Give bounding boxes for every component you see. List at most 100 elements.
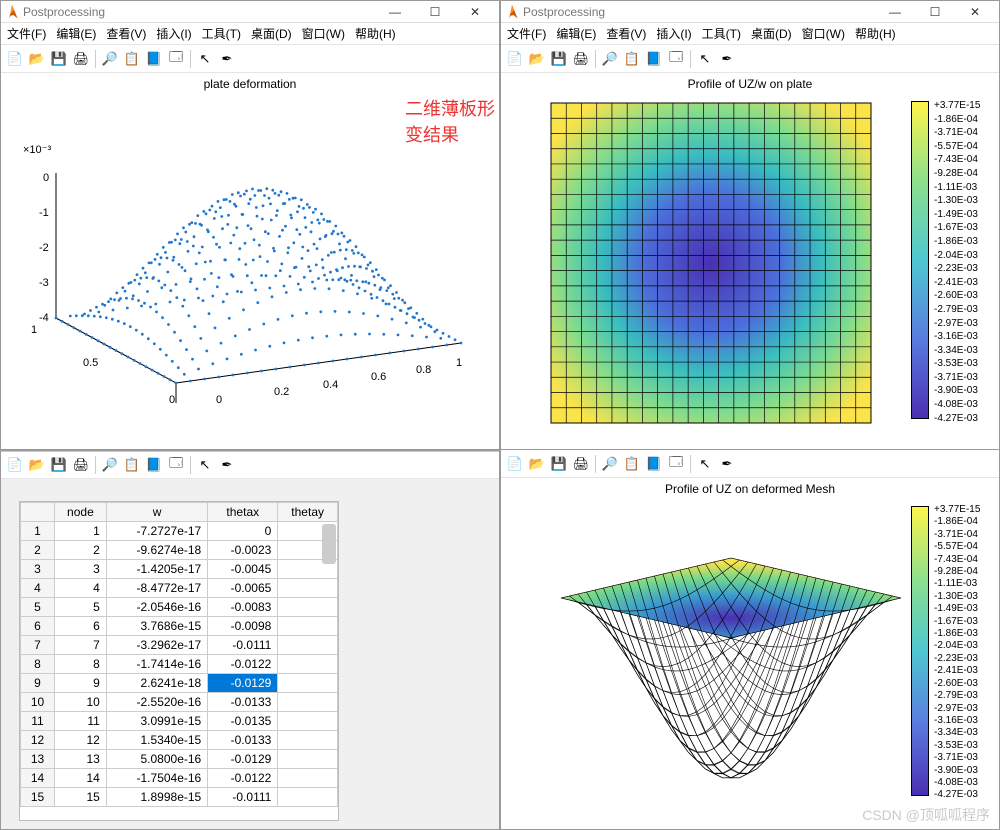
max-button[interactable]: ☐ (915, 1, 955, 23)
open-icon[interactable]: 📂 (527, 49, 547, 69)
layout2-icon[interactable]: 📘 (644, 454, 664, 474)
menu-file[interactable]: 文件(F) (7, 25, 46, 42)
menu-view[interactable]: 查看(V) (606, 25, 646, 42)
menu-view[interactable]: 查看(V) (106, 25, 146, 42)
menu-help[interactable]: 帮助(H) (355, 25, 396, 42)
layout2-icon[interactable]: 📘 (644, 49, 664, 69)
new-icon[interactable]: 📄 (5, 49, 25, 69)
new-icon[interactable]: 📄 (505, 49, 525, 69)
col-header[interactable]: node (55, 503, 107, 522)
print-icon[interactable]: 🖨 (571, 49, 591, 69)
table-row[interactable]: 992.6241e-18-0.0129 (21, 674, 338, 693)
menu-tools[interactable]: 工具(T) (202, 25, 241, 42)
window-title: Postprocessing (23, 5, 105, 19)
table-row[interactable]: 55-2.0546e-16-0.0083 (21, 598, 338, 617)
layout3-icon[interactable]: 🗔 (166, 455, 186, 475)
max-button[interactable]: ☐ (415, 1, 455, 23)
window-left: Postprocessing — ☐ ✕ 文件(F) 编辑(E) 查看(V) 插… (0, 0, 500, 450)
edit-icon[interactable]: ✒ (217, 49, 237, 69)
data-table[interactable]: nodewthetaxthetay11-7.2727e-17022-9.6274… (19, 501, 339, 821)
svg-text:0.6: 0.6 (371, 371, 386, 383)
col-header[interactable]: w (106, 503, 207, 522)
edit-icon[interactable]: ✒ (717, 454, 737, 474)
pointer-icon[interactable]: ↖ (195, 455, 215, 475)
table-row[interactable]: 1010-2.5520e-16-0.0133 (21, 693, 338, 712)
save-icon[interactable]: 💾 (549, 454, 569, 474)
layout1-icon[interactable]: 📋 (622, 49, 642, 69)
menu-window[interactable]: 窗口(W) (802, 25, 845, 42)
menu-insert[interactable]: 插入(I) (656, 25, 691, 42)
layout3-icon[interactable]: 🗔 (666, 49, 686, 69)
menu-help[interactable]: 帮助(H) (855, 25, 896, 42)
window-table: 📄 📂 💾 🖨 🔎 📋 📘 🗔 ↖ ✒ nodewthetaxthetay11-… (0, 450, 500, 830)
min-button[interactable]: — (875, 1, 915, 23)
menu-desktop[interactable]: 桌面(D) (751, 25, 792, 42)
save-icon[interactable]: 💾 (549, 49, 569, 69)
table-row[interactable]: 1414-1.7504e-16-0.0122 (21, 769, 338, 788)
close-button[interactable]: ✕ (955, 1, 995, 23)
colorbar: +3.77E-15-1.86E-04-3.71E-04-5.57E-04-7.4… (911, 101, 929, 419)
open-icon[interactable]: 📂 (527, 454, 547, 474)
plot-surface[interactable]: Profile of UZ on deformed Mesh +3.77E-15… (501, 478, 999, 829)
table-row[interactable]: 44-8.4772e-17-0.0065 (21, 579, 338, 598)
print-icon[interactable]: 🖨 (571, 454, 591, 474)
layout3-icon[interactable]: 🗔 (166, 49, 186, 69)
open-icon[interactable]: 📂 (27, 455, 47, 475)
titlebar-left[interactable]: Postprocessing — ☐ ✕ (1, 1, 499, 23)
min-button[interactable]: — (375, 1, 415, 23)
menu-window[interactable]: 窗口(W) (302, 25, 345, 42)
new-icon[interactable]: 📄 (5, 455, 25, 475)
layout1-icon[interactable]: 📋 (122, 49, 142, 69)
table-row[interactable]: 11113.0991e-15-0.0135 (21, 712, 338, 731)
edit-icon[interactable]: ✒ (717, 49, 737, 69)
col-header[interactable] (21, 503, 55, 522)
zoom-icon[interactable]: 🔎 (100, 455, 120, 475)
window-title: Postprocessing (523, 5, 605, 19)
table-row[interactable]: 77-3.2962e-17-0.0111 (21, 636, 338, 655)
titlebar-right[interactable]: Postprocessing — ☐ ✕ (501, 1, 999, 23)
plot-heatmap[interactable]: Profile of UZ/w on plate +3.77E-15-1.86E… (501, 73, 999, 449)
svg-text:-4: -4 (39, 312, 49, 324)
open-icon[interactable]: 📂 (27, 49, 47, 69)
svg-text:0.4: 0.4 (323, 379, 338, 391)
table-row[interactable]: 15151.8998e-15-0.0111 (21, 788, 338, 807)
close-button[interactable]: ✕ (455, 1, 495, 23)
layout1-icon[interactable]: 📋 (122, 455, 142, 475)
save-icon[interactable]: 💾 (49, 455, 69, 475)
menu-file[interactable]: 文件(F) (507, 25, 546, 42)
table-row[interactable]: 11-7.2727e-170 (21, 522, 338, 541)
layout1-icon[interactable]: 📋 (622, 454, 642, 474)
print-icon[interactable]: 🖨 (71, 455, 91, 475)
table-row[interactable]: 663.7686e-15-0.0098 (21, 617, 338, 636)
pointer-icon[interactable]: ↖ (695, 49, 715, 69)
menu-insert[interactable]: 插入(I) (156, 25, 191, 42)
table-row[interactable]: 22-9.6274e-18-0.0023 (21, 541, 338, 560)
colorbar-ticks: +3.77E-15-1.86E-04-3.71E-04-5.57E-04-7.4… (934, 504, 980, 802)
separator (190, 50, 191, 68)
menu-tools[interactable]: 工具(T) (702, 25, 741, 42)
table-row[interactable]: 13135.0800e-16-0.0129 (21, 750, 338, 769)
layout2-icon[interactable]: 📘 (144, 49, 164, 69)
zoom-icon[interactable]: 🔎 (600, 49, 620, 69)
scrollbar[interactable] (322, 524, 336, 564)
print-icon[interactable]: 🖨 (71, 49, 91, 69)
plot-deformation[interactable]: plate deformation 二维薄板形变结果 ×10⁻³ 0 -1 -2… (1, 73, 499, 449)
menu-edit[interactable]: 编辑(E) (56, 25, 96, 42)
col-header[interactable]: thetax (208, 503, 278, 522)
menu-edit[interactable]: 编辑(E) (556, 25, 596, 42)
pointer-icon[interactable]: ↖ (695, 454, 715, 474)
plot-title: Profile of UZ/w on plate (501, 77, 999, 91)
pointer-icon[interactable]: ↖ (195, 49, 215, 69)
table-row[interactable]: 33-1.4205e-17-0.0045 (21, 560, 338, 579)
layout3-icon[interactable]: 🗔 (666, 454, 686, 474)
save-icon[interactable]: 💾 (49, 49, 69, 69)
table-row[interactable]: 12121.5340e-15-0.0133 (21, 731, 338, 750)
zoom-icon[interactable]: 🔎 (600, 454, 620, 474)
zoom-icon[interactable]: 🔎 (100, 49, 120, 69)
col-header[interactable]: thetay (278, 503, 338, 522)
edit-icon[interactable]: ✒ (217, 455, 237, 475)
new-icon[interactable]: 📄 (505, 454, 525, 474)
layout2-icon[interactable]: 📘 (144, 455, 164, 475)
table-row[interactable]: 88-1.7414e-16-0.0122 (21, 655, 338, 674)
menu-desktop[interactable]: 桌面(D) (251, 25, 292, 42)
